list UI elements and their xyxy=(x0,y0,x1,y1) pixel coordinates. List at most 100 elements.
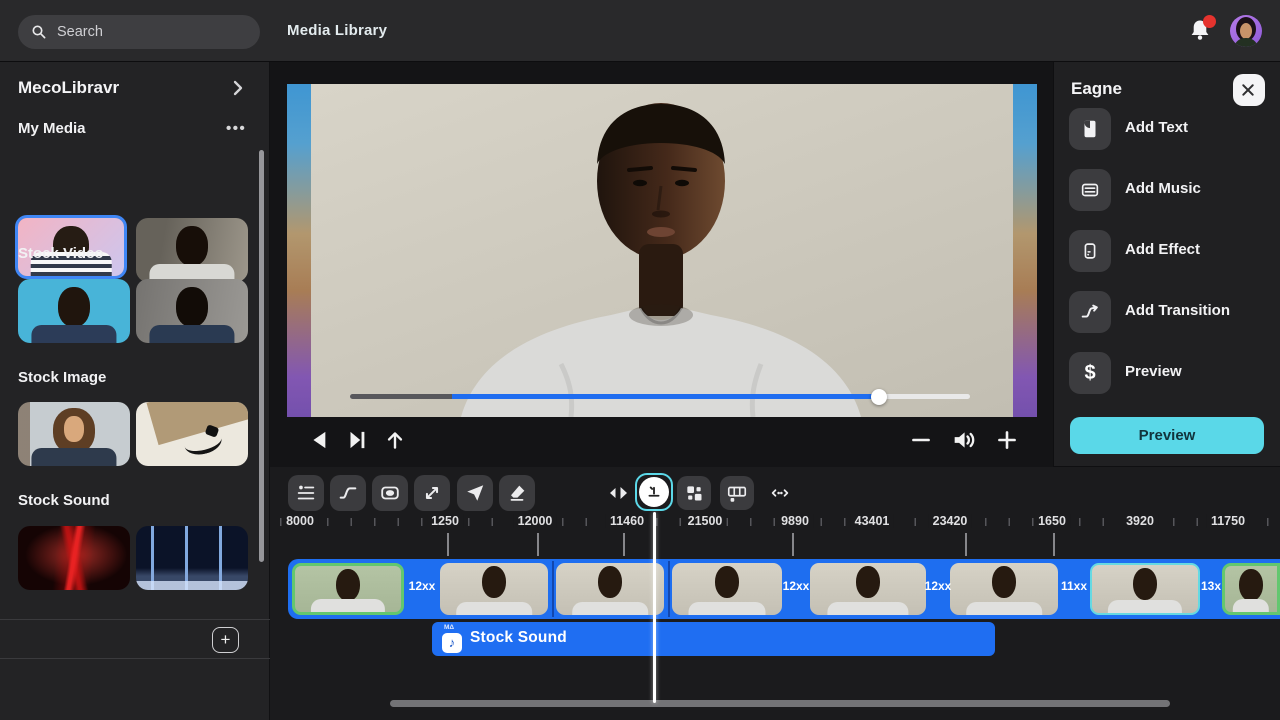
thumb-figure-head xyxy=(58,287,90,327)
skip-icon[interactable] xyxy=(344,425,374,455)
playhead-clock-button[interactable] xyxy=(635,473,673,511)
media-thumb-stock-video-2[interactable] xyxy=(136,279,248,343)
seek-played-segment xyxy=(452,394,879,399)
stage-gradient-right xyxy=(1013,84,1037,417)
volume-down-icon[interactable] xyxy=(908,425,938,455)
speaker-icon[interactable] xyxy=(950,425,980,455)
media-thumb-stock-image-2[interactable] xyxy=(136,402,248,466)
audio-clip-label: Stock Sound xyxy=(470,629,567,647)
thumb-figure-face xyxy=(64,416,84,442)
add-effect-item[interactable]: Add Effect xyxy=(1069,230,1269,274)
sidebar-scrollbar[interactable] xyxy=(259,150,264,562)
move-horizontal-icon[interactable] xyxy=(762,475,798,511)
divider xyxy=(0,619,270,620)
arrow-up-icon[interactable] xyxy=(382,425,412,455)
section-title-stock-video: Stock Video xyxy=(18,245,104,262)
add-transition-label: Add Transition xyxy=(1125,302,1230,319)
tools-panel: Eagne Add Text xyxy=(1053,62,1280,467)
ruler-label: 11460 xyxy=(606,514,648,528)
grid-view-icon[interactable] xyxy=(677,476,711,510)
timeline-ruler[interactable]: 8000 1250 12000 11460 21500 9890 43401 2… xyxy=(270,513,1280,533)
thumb-figure-head xyxy=(176,287,208,327)
search-input[interactable] xyxy=(57,24,227,40)
ruler-label: 8000 xyxy=(282,514,318,528)
thumb-figure-body xyxy=(31,448,116,466)
ruler-major-tick xyxy=(537,533,539,556)
notification-bell-icon[interactable] xyxy=(1186,17,1214,45)
video-stage xyxy=(287,84,1037,417)
seek-gray-segment xyxy=(350,394,452,399)
mask-icon[interactable] xyxy=(372,475,408,511)
preview-button[interactable]: Preview xyxy=(1070,417,1264,454)
media-thumb-stock-sound-2[interactable] xyxy=(136,526,248,590)
close-icon[interactable] xyxy=(1233,74,1265,106)
chevron-right-icon[interactable] xyxy=(230,78,246,98)
add-text-item[interactable]: Add Text xyxy=(1069,108,1269,152)
thumb-figure-head xyxy=(176,226,208,266)
add-music-label: Add Music xyxy=(1125,180,1201,197)
eraser-icon[interactable] xyxy=(499,475,535,511)
media-thumb-my-media-2[interactable] xyxy=(136,218,248,282)
volume-up-icon[interactable] xyxy=(994,425,1024,455)
topbar: Media Library xyxy=(0,0,1280,62)
add-transition-item[interactable]: Add Transition xyxy=(1069,291,1269,335)
ruler-label: 23420 xyxy=(929,514,972,528)
ruler-label: 1250 xyxy=(427,514,463,528)
video-frame xyxy=(311,84,1013,417)
video-clip-7[interactable] xyxy=(1090,563,1200,615)
ruler-label: 1650 xyxy=(1034,514,1070,528)
video-editor-app: Media Library MecoLibravr My Media ••• xyxy=(0,0,1280,720)
video-clip-2[interactable] xyxy=(440,563,548,615)
track-options-icon[interactable] xyxy=(288,475,324,511)
video-clip-4[interactable] xyxy=(672,563,782,615)
search-icon xyxy=(30,23,48,41)
clip-duration-label: 13x xyxy=(1201,579,1221,593)
video-clip-1-selected[interactable] xyxy=(292,563,404,615)
preview-item-label: Preview xyxy=(1125,363,1182,380)
ruler-major-tick xyxy=(623,533,625,556)
clip-duration-label: 11xx xyxy=(1061,579,1087,593)
preview-item[interactable]: $ Preview xyxy=(1069,352,1269,396)
playhead[interactable] xyxy=(653,512,656,703)
search-box[interactable] xyxy=(18,15,260,49)
video-track[interactable]: 12xx 12xx 12xx 11xx 13x xyxy=(288,559,1280,619)
flip-horizontal-icon[interactable] xyxy=(600,475,636,511)
media-thumb-stock-image-1[interactable] xyxy=(18,402,130,466)
add-effect-label: Add Effect xyxy=(1125,241,1200,258)
thumb-figure-body xyxy=(149,325,234,343)
ruler-major-tick xyxy=(965,533,967,556)
divider xyxy=(0,658,270,659)
add-music-item[interactable]: Add Music xyxy=(1069,169,1269,213)
resize-icon[interactable] xyxy=(414,475,450,511)
add-media-button[interactable]: + xyxy=(212,627,239,653)
track-layout-icon[interactable] xyxy=(720,476,754,510)
clip-separator xyxy=(552,561,554,617)
send-icon[interactable] xyxy=(457,475,493,511)
curve-icon[interactable] xyxy=(330,475,366,511)
player-controls xyxy=(270,417,1053,467)
video-clip-6[interactable] xyxy=(950,563,1058,615)
add-transition-icon xyxy=(1069,291,1111,333)
video-clip-8[interactable] xyxy=(1222,563,1280,615)
seek-bar[interactable] xyxy=(350,394,970,399)
ruler-label: 43401 xyxy=(851,514,894,528)
audio-clip-stock-sound[interactable]: MΔ ♪ Stock Sound xyxy=(432,622,995,656)
video-clip-3[interactable] xyxy=(556,563,664,615)
media-thumb-stock-video-1[interactable] xyxy=(18,279,130,343)
portrait-man xyxy=(311,84,1013,417)
more-options-icon[interactable]: ••• xyxy=(226,120,246,137)
media-thumb-stock-sound-1[interactable] xyxy=(18,526,130,590)
clock-icon xyxy=(639,477,669,507)
add-effect-icon xyxy=(1069,230,1111,272)
previous-icon[interactable] xyxy=(308,425,338,455)
section-title-my-media: My Media xyxy=(18,120,86,137)
video-clip-5[interactable] xyxy=(810,563,926,615)
user-avatar[interactable] xyxy=(1230,15,1262,47)
timeline: 8000 1250 12000 11460 21500 9890 43401 2… xyxy=(270,467,1280,720)
seek-knob[interactable] xyxy=(871,389,887,405)
clip-separator xyxy=(668,561,670,617)
page-title: Media Library xyxy=(287,0,387,62)
ruler-label: 3920 xyxy=(1122,514,1158,528)
ruler-label: 12000 xyxy=(514,514,557,528)
timeline-scrollbar[interactable] xyxy=(390,700,1170,707)
